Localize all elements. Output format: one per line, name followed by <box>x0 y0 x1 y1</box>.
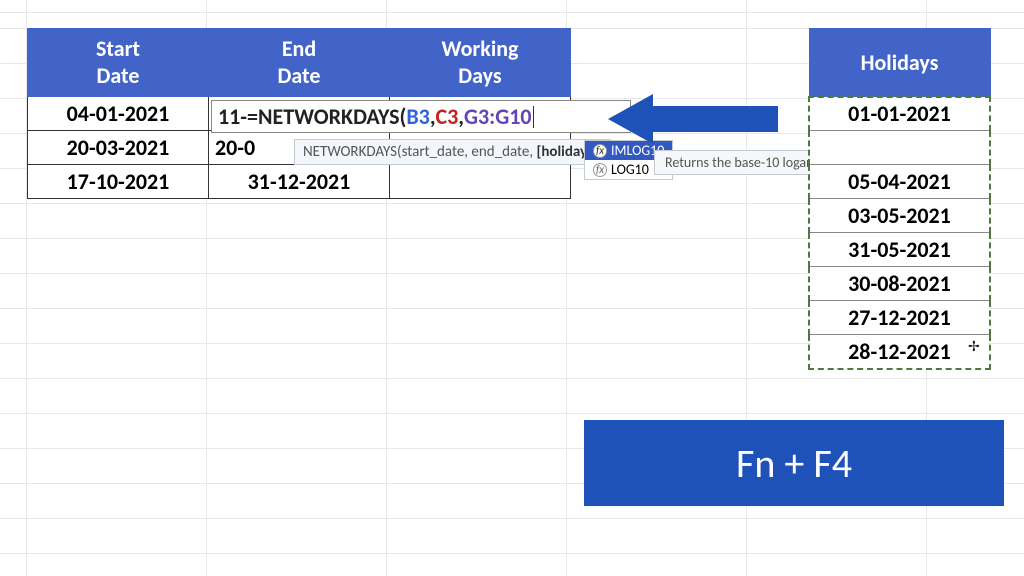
formula-function: =NETWORKDAYS( <box>247 103 406 130</box>
text-caret <box>533 106 534 128</box>
header-end-date: End Date <box>209 29 390 97</box>
formula-syntax-tooltip: NETWORKDAYS(start_date, end_date, [holid… <box>294 139 611 165</box>
fx-icon: fx <box>593 144 607 158</box>
shortcut-callout: Fn + F4 <box>584 420 1004 506</box>
fx-icon: fx <box>593 163 607 177</box>
holiday-cell-empty[interactable] <box>809 131 990 165</box>
holiday-cell[interactable]: 27-12-2021 <box>809 301 990 335</box>
pointer-arrow-icon <box>608 94 778 144</box>
table-row: 17-10-2021 31-12-2021 <box>28 165 571 199</box>
holiday-cell[interactable]: 01-01-2021 <box>809 97 990 131</box>
formula-arg3: G3:G10 <box>464 103 532 130</box>
cell-end-date[interactable]: 31-12-2021 <box>209 165 390 199</box>
header-start-date: Start Date <box>28 29 209 97</box>
header-holidays: Holidays <box>809 29 990 97</box>
formula-arg1: B3 <box>406 103 429 130</box>
holiday-cell[interactable]: 31-05-2021 <box>809 233 990 267</box>
holiday-cell[interactable]: 30-08-2021 <box>809 267 990 301</box>
holidays-table: Holidays 01-01-2021 05-04-2021 03-05-202… <box>808 28 991 370</box>
header-working-days: Working Days <box>390 29 571 97</box>
holiday-cell[interactable]: 05-04-2021 <box>809 165 990 199</box>
formula-input-cell[interactable]: 11- =NETWORKDAYS( B3, C3, G3:G10 <box>211 100 631 133</box>
cell-working-days[interactable] <box>390 165 571 199</box>
cell-start-date[interactable]: 20-03-2021 <box>28 131 209 165</box>
cell-start-date[interactable]: 17-10-2021 <box>28 165 209 199</box>
cell-start-date[interactable]: 04-01-2021 <box>28 97 209 131</box>
cell-cursor-icon: ✢ <box>968 338 980 355</box>
holiday-cell[interactable]: 03-05-2021 <box>809 199 990 233</box>
table-header-row: Start Date End Date Working Days <box>28 29 571 97</box>
formula-arg2: C3 <box>436 103 459 130</box>
formula-prefix: 11- <box>218 103 247 130</box>
holiday-cell[interactable]: 28-12-2021 <box>809 335 990 369</box>
autocomplete-item-label: LOG10 <box>611 161 649 178</box>
